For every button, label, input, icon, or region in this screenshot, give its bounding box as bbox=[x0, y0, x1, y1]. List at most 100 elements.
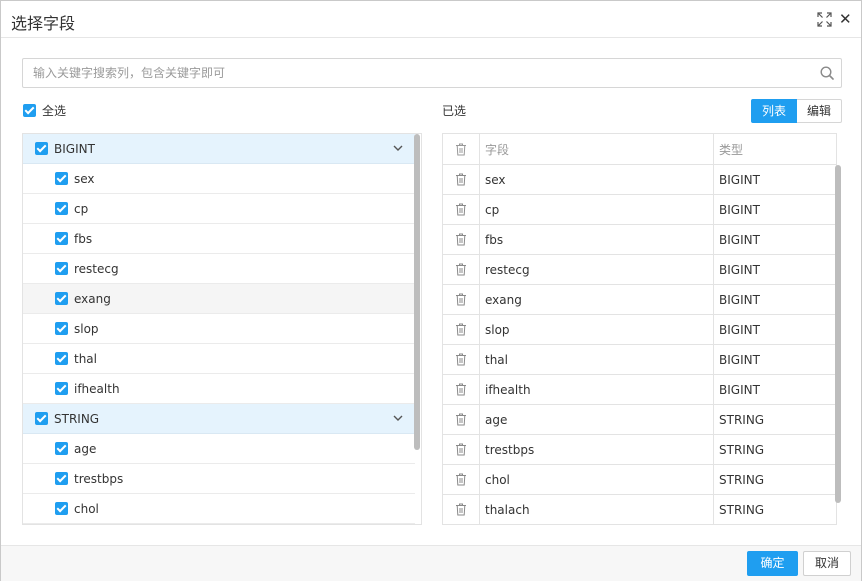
delete-cell bbox=[442, 314, 480, 345]
trash-icon[interactable] bbox=[455, 503, 467, 516]
field-name: exang bbox=[74, 291, 111, 306]
checkbox-checked-icon[interactable] bbox=[23, 104, 36, 117]
type-cell: BIGINT bbox=[713, 374, 837, 405]
checkbox-checked-icon[interactable] bbox=[55, 292, 68, 305]
checkbox-checked-icon[interactable] bbox=[55, 382, 68, 395]
right-scrollbar[interactable] bbox=[835, 165, 841, 503]
delete-cell bbox=[442, 434, 480, 465]
type-group-label: STRING bbox=[54, 411, 100, 426]
field-name: cp bbox=[74, 201, 89, 216]
field-list-item[interactable]: restecg bbox=[23, 254, 415, 284]
field-cell: age bbox=[479, 404, 714, 435]
close-icon[interactable]: ✕ bbox=[839, 10, 852, 28]
header-type: 类型 bbox=[713, 133, 837, 165]
table-row: chol STRING bbox=[442, 464, 837, 495]
field-cell: trestbps bbox=[479, 434, 714, 465]
search-input[interactable] bbox=[23, 59, 813, 87]
table-row: fbs BIGINT bbox=[442, 224, 837, 255]
checkbox-checked-icon[interactable] bbox=[55, 442, 68, 455]
field-list-item[interactable]: sex bbox=[23, 164, 415, 194]
checkbox-checked-icon[interactable] bbox=[55, 232, 68, 245]
type-cell: STRING bbox=[713, 464, 837, 495]
table-row: exang BIGINT bbox=[442, 284, 837, 315]
confirm-button[interactable]: 确定 bbox=[747, 551, 798, 576]
checkbox-checked-icon[interactable] bbox=[55, 472, 68, 485]
field-name: restecg bbox=[74, 261, 119, 276]
trash-icon[interactable] bbox=[455, 203, 467, 216]
search-box bbox=[22, 58, 842, 88]
table-row: age STRING bbox=[442, 404, 837, 435]
delete-cell bbox=[442, 254, 480, 285]
type-cell: BIGINT bbox=[713, 194, 837, 225]
available-fields-list: BIGINT sex cp fbs restecg exang slop thal ifheal… bbox=[23, 134, 421, 524]
left-scrollbar[interactable] bbox=[414, 134, 420, 450]
field-list-item[interactable]: exang bbox=[23, 284, 415, 314]
checkbox-checked-icon[interactable] bbox=[55, 502, 68, 515]
field-list-item[interactable]: trestbps bbox=[23, 464, 415, 494]
type-cell: BIGINT bbox=[713, 224, 837, 255]
field-list-item[interactable]: slop bbox=[23, 314, 415, 344]
maximize-icon[interactable] bbox=[817, 12, 832, 27]
trash-icon[interactable] bbox=[455, 323, 467, 336]
delete-cell bbox=[442, 344, 480, 375]
field-list-item[interactable]: fbs bbox=[23, 224, 415, 254]
trash-icon[interactable] bbox=[455, 263, 467, 276]
field-cell: thal bbox=[479, 344, 714, 375]
list-view-button[interactable]: 列表 bbox=[751, 99, 798, 123]
trash-icon[interactable] bbox=[455, 413, 467, 426]
chevron-down-icon[interactable] bbox=[393, 145, 403, 152]
trash-icon[interactable] bbox=[455, 233, 467, 246]
cancel-button[interactable]: 取消 bbox=[803, 551, 851, 576]
delete-cell bbox=[442, 494, 480, 525]
type-cell: STRING bbox=[713, 494, 837, 525]
header-delete-column bbox=[442, 133, 480, 165]
trash-icon[interactable] bbox=[455, 353, 467, 366]
select-all-label: 全选 bbox=[42, 104, 67, 118]
type-cell: STRING bbox=[713, 404, 837, 435]
chevron-down-icon[interactable] bbox=[393, 415, 403, 422]
dialog-titlebar: 选择字段 ✕ bbox=[1, 1, 861, 38]
view-toggle: 列表 编辑 bbox=[751, 99, 843, 123]
type-group-header[interactable]: BIGINT bbox=[23, 134, 415, 164]
field-cell: slop bbox=[479, 314, 714, 345]
trash-icon[interactable] bbox=[455, 473, 467, 486]
table-row: sex BIGINT bbox=[442, 164, 837, 195]
delete-cell bbox=[442, 224, 480, 255]
table-row: thalach STRING bbox=[442, 494, 837, 525]
header-field: 字段 bbox=[479, 133, 714, 165]
field-cell: sex bbox=[479, 164, 714, 195]
delete-cell bbox=[442, 194, 480, 225]
checkbox-checked-icon[interactable] bbox=[35, 142, 48, 155]
type-group-header[interactable]: STRING bbox=[23, 404, 415, 434]
delete-cell bbox=[442, 464, 480, 495]
trash-icon[interactable] bbox=[455, 383, 467, 396]
type-cell: BIGINT bbox=[713, 344, 837, 375]
field-list-item[interactable]: thal bbox=[23, 344, 415, 374]
field-list-item[interactable]: ifhealth bbox=[23, 374, 415, 404]
dialog-title: 选择字段 bbox=[11, 14, 76, 33]
edit-view-button[interactable]: 编辑 bbox=[797, 99, 843, 123]
type-cell: STRING bbox=[713, 434, 837, 465]
field-cell: fbs bbox=[479, 224, 714, 255]
trash-icon[interactable] bbox=[455, 173, 467, 186]
field-name: trestbps bbox=[74, 471, 124, 486]
trash-icon[interactable] bbox=[455, 143, 467, 156]
checkbox-checked-icon[interactable] bbox=[55, 202, 68, 215]
checkbox-checked-icon[interactable] bbox=[35, 412, 48, 425]
selected-fields-table: 字段 类型 sex BIGINT cp BIGINT fbs BIGINT restecg B… bbox=[442, 133, 837, 525]
checkbox-checked-icon[interactable] bbox=[55, 352, 68, 365]
field-list-item[interactable]: age bbox=[23, 434, 415, 464]
field-list-item[interactable]: chol bbox=[23, 494, 415, 524]
search-icon[interactable] bbox=[820, 66, 834, 80]
checkbox-checked-icon[interactable] bbox=[55, 322, 68, 335]
checkbox-checked-icon[interactable] bbox=[55, 172, 68, 185]
trash-icon[interactable] bbox=[455, 293, 467, 306]
field-name: sex bbox=[74, 171, 95, 186]
table-row: ifhealth BIGINT bbox=[442, 374, 837, 405]
field-list-item[interactable]: cp bbox=[23, 194, 415, 224]
select-all-checkbox[interactable]: 全选 bbox=[23, 102, 66, 119]
trash-icon[interactable] bbox=[455, 443, 467, 456]
field-cell: cp bbox=[479, 194, 714, 225]
field-name: age bbox=[74, 441, 97, 456]
checkbox-checked-icon[interactable] bbox=[55, 262, 68, 275]
